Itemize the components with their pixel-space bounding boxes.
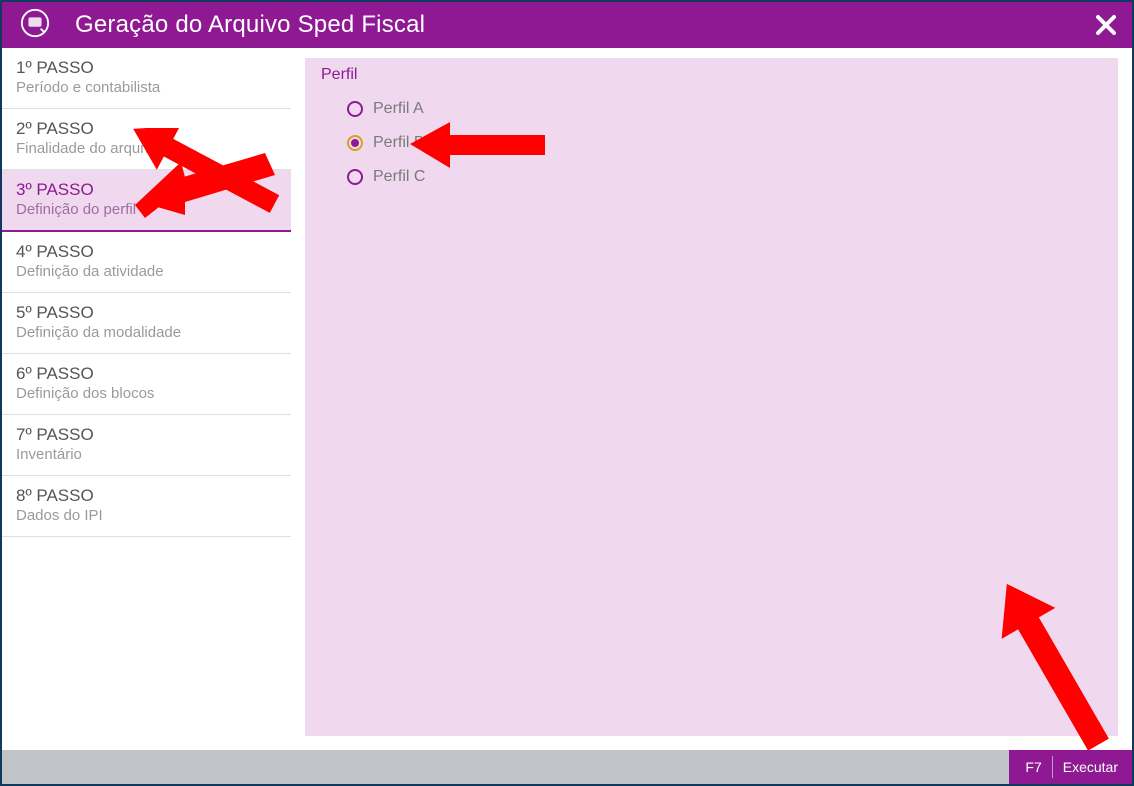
- group-label: Perfil: [321, 66, 1102, 84]
- content-panel: Perfil Perfil A Perfil B Perfil C: [305, 58, 1118, 736]
- radio-icon: [347, 101, 363, 117]
- step-number: 7º PASSO: [16, 425, 277, 445]
- step-desc: Finalidade do arquivo: [16, 139, 277, 159]
- footer-bar: F7 Executar: [2, 750, 1132, 784]
- step-desc: Definição dos blocos: [16, 384, 277, 404]
- shortcut-label: F7: [1023, 756, 1052, 778]
- step-number: 1º PASSO: [16, 58, 277, 78]
- step-desc: Definição da modalidade: [16, 323, 277, 343]
- step-desc: Dados do IPI: [16, 506, 277, 526]
- step-desc: Inventário: [16, 445, 277, 465]
- titlebar: Geração do Arquivo Sped Fiscal: [2, 2, 1132, 48]
- radio-label: Perfil B: [373, 134, 425, 152]
- step-number: 4º PASSO: [16, 242, 277, 262]
- radio-perfil-c[interactable]: Perfil C: [321, 160, 1102, 194]
- window-title: Geração do Arquivo Sped Fiscal: [75, 11, 425, 39]
- step-number: 8º PASSO: [16, 486, 277, 506]
- step-4[interactable]: 4º PASSODefinição da atividade: [2, 232, 291, 293]
- step-8[interactable]: 8º PASSODados do IPI: [2, 476, 291, 537]
- app-icon: [20, 8, 50, 43]
- execute-label: Executar: [1063, 759, 1118, 775]
- step-2[interactable]: 2º PASSOFinalidade do arquivo: [2, 109, 291, 170]
- radio-perfil-b[interactable]: Perfil B: [321, 126, 1102, 160]
- radio-icon: [347, 169, 363, 185]
- radio-label: Perfil C: [373, 168, 425, 186]
- radio-icon: [347, 135, 363, 151]
- step-3[interactable]: 3º PASSODefinição do perfil: [2, 170, 291, 232]
- step-number: 5º PASSO: [16, 303, 277, 323]
- radio-label: Perfil A: [373, 100, 424, 118]
- close-icon: [1094, 13, 1118, 37]
- step-7[interactable]: 7º PASSOInventário: [2, 415, 291, 476]
- radio-perfil-a[interactable]: Perfil A: [321, 92, 1102, 126]
- step-desc: Definição da atividade: [16, 262, 277, 282]
- step-6[interactable]: 6º PASSODefinição dos blocos: [2, 354, 291, 415]
- steps-sidebar: 1º PASSOPeríodo e contabilista 2º PASSOF…: [2, 48, 291, 750]
- step-desc: Definição do perfil: [16, 200, 277, 220]
- step-number: 6º PASSO: [16, 364, 277, 384]
- close-button[interactable]: [1090, 9, 1122, 41]
- step-number: 3º PASSO: [16, 180, 277, 200]
- step-number: 2º PASSO: [16, 119, 277, 139]
- execute-button[interactable]: F7 Executar: [1009, 750, 1132, 784]
- step-desc: Período e contabilista: [16, 78, 277, 98]
- step-1[interactable]: 1º PASSOPeríodo e contabilista: [2, 48, 291, 109]
- step-5[interactable]: 5º PASSODefinição da modalidade: [2, 293, 291, 354]
